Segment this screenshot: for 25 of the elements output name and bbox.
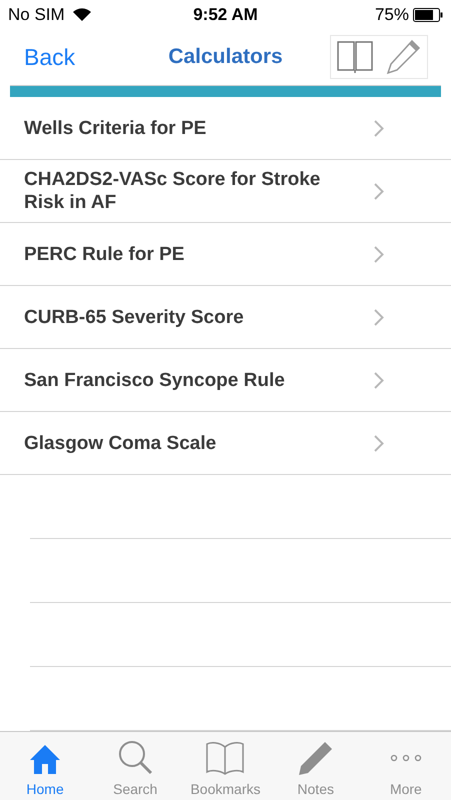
chevron-icon [374, 372, 384, 389]
calculator-row[interactable]: Wells Criteria for PE [0, 97, 451, 160]
wifi-icon [72, 8, 91, 22]
calculator-row[interactable]: PERC Rule for PE [0, 223, 451, 286]
calculator-row[interactable]: Glasgow Coma Scale [0, 412, 451, 476]
more-icon [388, 754, 423, 762]
calculator-row[interactable]: CHA2DS2-VASc Score for Stroke Risk in AF [0, 160, 451, 224]
chevron-icon [374, 120, 384, 137]
battery-icon [413, 8, 443, 22]
pencil-icon [298, 740, 333, 775]
chevron-icon [374, 308, 384, 326]
clock-text: 9:52 AM [193, 4, 258, 25]
home-icon [29, 742, 62, 775]
chevron-icon [374, 246, 384, 263]
chevron-icon [374, 434, 384, 452]
page-title: Calculators [168, 45, 283, 70]
chevron-icon [374, 182, 384, 200]
battery-text: 75% [374, 4, 409, 25]
carrier-text: No SIM [8, 4, 65, 25]
calculator-row[interactable]: CURB-65 Severity Score [0, 286, 451, 350]
book-icon [205, 740, 246, 775]
calculator-row[interactable]: San Francisco Syncope Rule [0, 349, 451, 412]
search-icon [117, 738, 154, 775]
back-link[interactable]: Back [24, 44, 76, 71]
tab-item[interactable]: Home [0, 732, 90, 800]
